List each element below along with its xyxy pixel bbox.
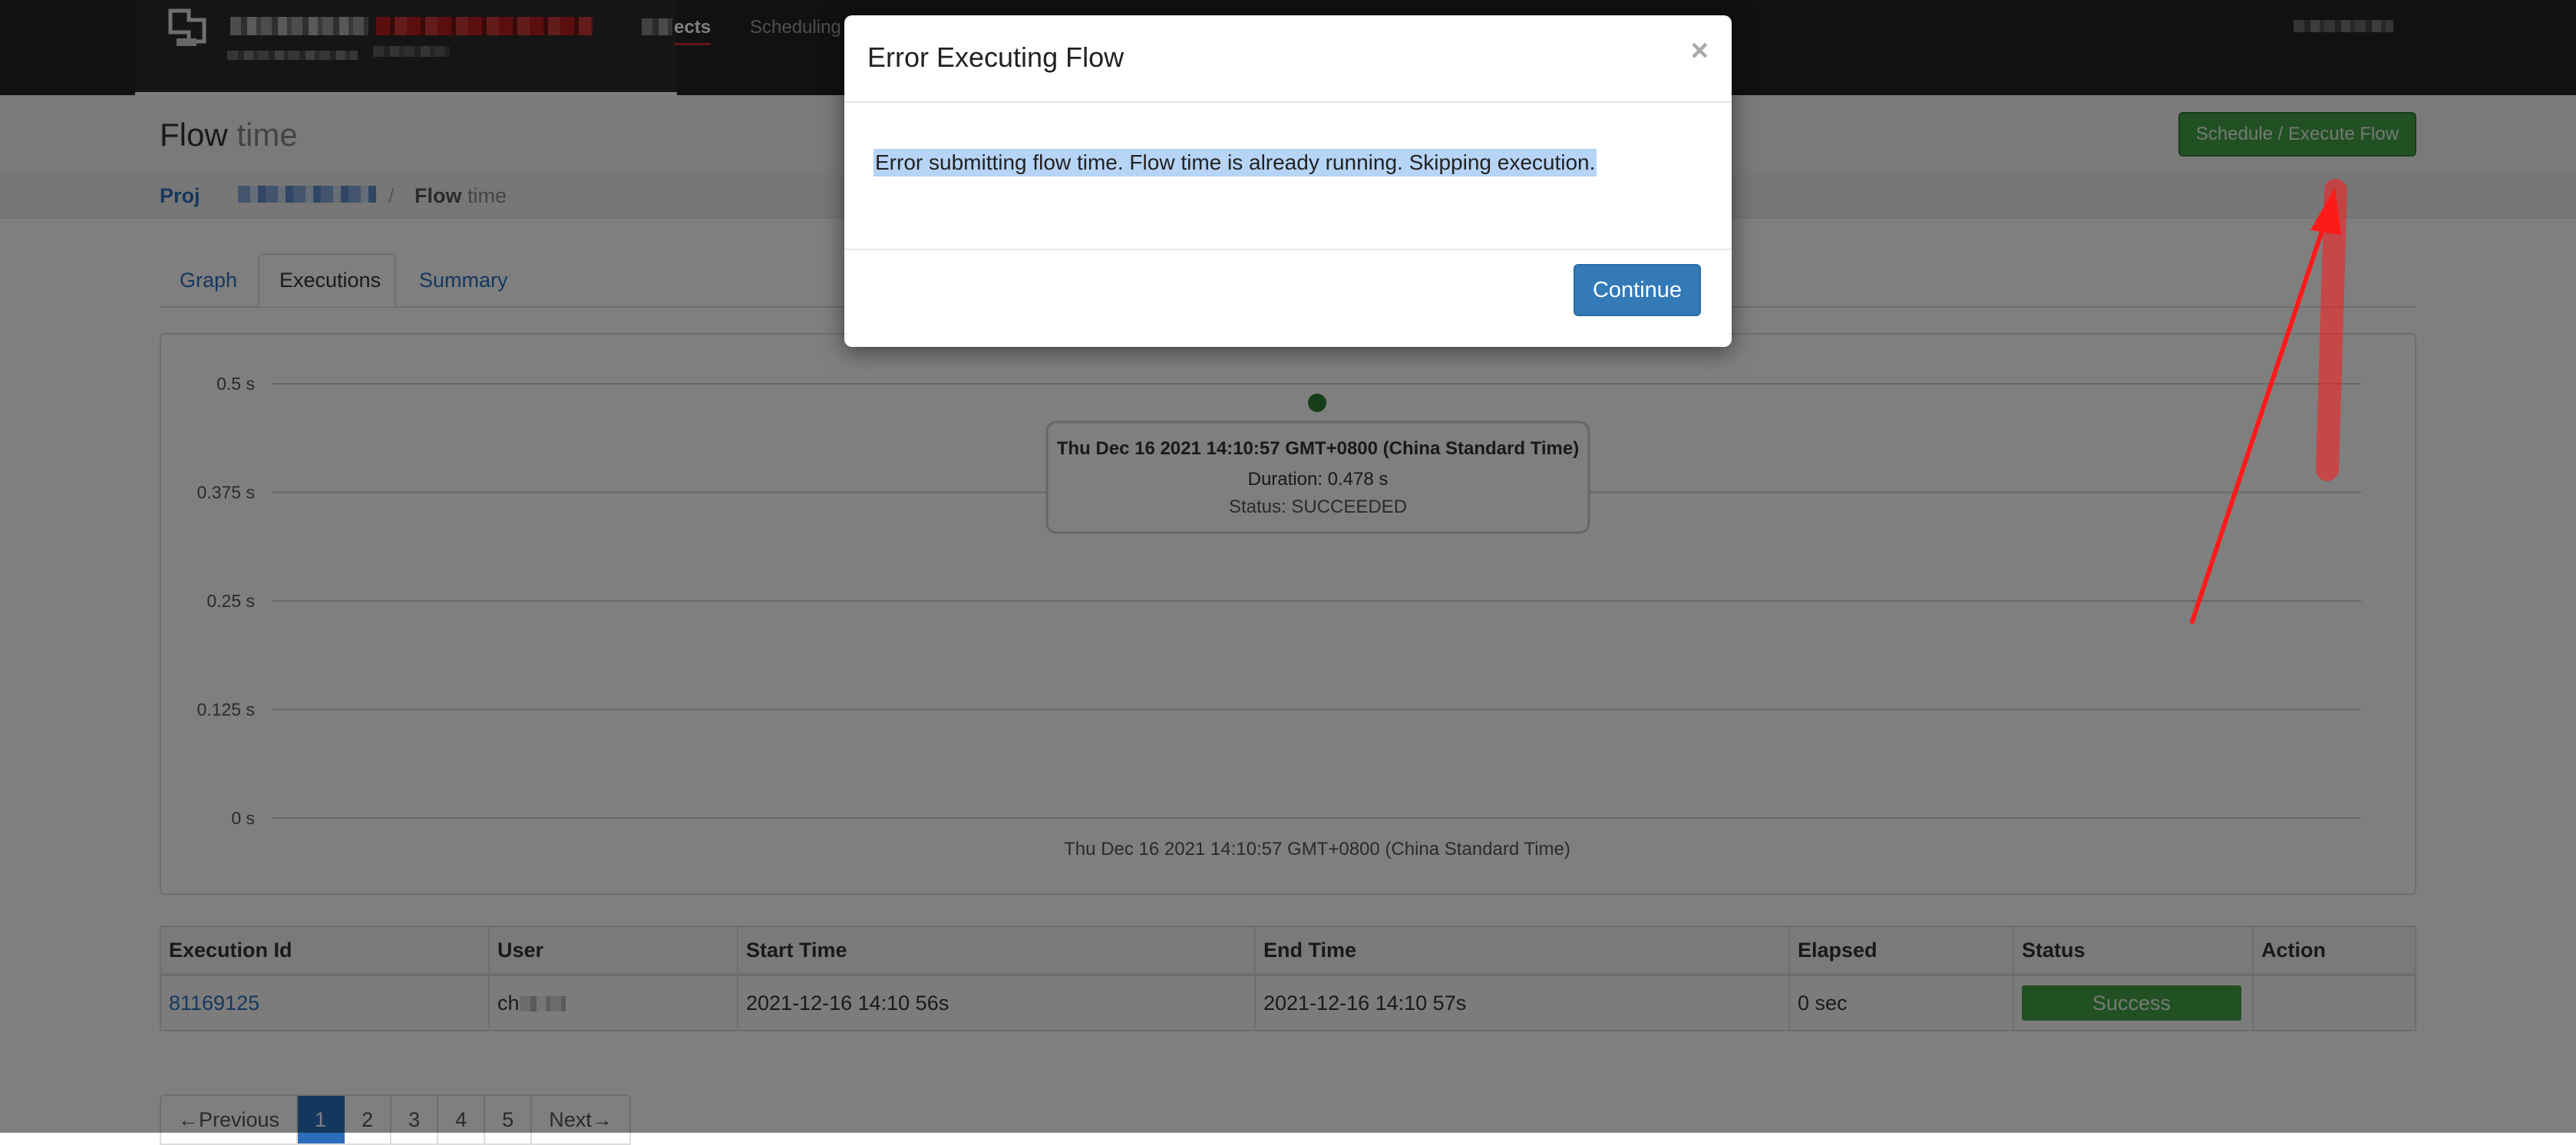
continue-button[interactable]: Continue <box>1574 264 1701 316</box>
error-message: Error submitting flow time. Flow time is… <box>874 149 1597 177</box>
modal-header: Error Executing Flow × <box>844 15 1732 103</box>
modal-title: Error Executing Flow <box>867 41 1125 73</box>
modal-body: Error submitting flow time. Flow time is… <box>844 103 1732 250</box>
close-icon[interactable]: × <box>1691 34 1709 68</box>
error-modal: Error Executing Flow × Error submitting … <box>844 15 1732 347</box>
